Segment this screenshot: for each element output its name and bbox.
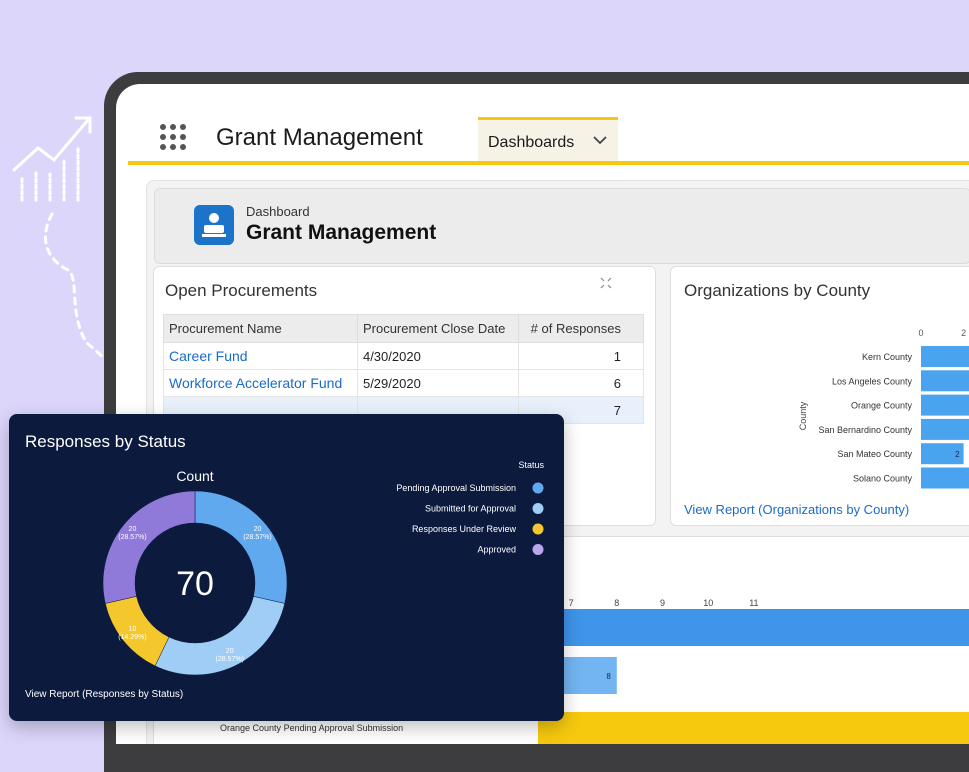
- lower-chart-row-labels: Orange County Pending Approval Submissio…: [220, 723, 403, 733]
- close-date-cell: 4/30/2020: [356, 342, 520, 370]
- tab-dashboards[interactable]: Dashboards: [478, 117, 618, 161]
- slice-percent-label: (28.57%): [216, 656, 244, 663]
- bar: [921, 394, 969, 416]
- legend-label: Approved: [477, 545, 516, 555]
- bar: [921, 346, 969, 367]
- procurement-name-link[interactable]: Career Fund: [163, 342, 358, 370]
- procurement-name-link[interactable]: Workforce Accelerator Fund: [163, 369, 358, 397]
- responses-by-status-card: Responses by Status Count 20 (28.57%) 20 (28…: [9, 414, 564, 721]
- global-header: Grant Management Dashboards: [116, 84, 969, 165]
- bar: [921, 370, 969, 392]
- lower-status-label: Pending Approval Submission: [283, 723, 404, 733]
- column-header[interactable]: Procurement Name: [163, 314, 358, 343]
- responses-donut-chart: Count20(28.57%)20(28.57%)10(14.29%)20(28…: [102, 460, 544, 676]
- x-tick-label: 9: [660, 598, 665, 608]
- table-row: Workforce Accelerator Fund 5/29/2020 6: [163, 369, 644, 397]
- slice-count-label: 20: [129, 526, 137, 533]
- legend-swatch: [532, 503, 544, 514]
- organizations-by-county-title: Organizations by County: [684, 281, 871, 300]
- slice-count-label: 20: [254, 526, 262, 533]
- y-axis-label: County: [798, 401, 808, 430]
- table-header-row: Procurement Name Procurement Close Date …: [163, 314, 644, 343]
- dashboard-title: Grant Management: [246, 221, 437, 244]
- bar: [538, 712, 969, 744]
- table-row: Career Fund 4/30/2020 1: [163, 342, 644, 370]
- view-report-organizations-link[interactable]: View Report (Organizations by County): [684, 502, 909, 517]
- category-label: Solano County: [853, 474, 913, 484]
- legend-label: Responses Under Review: [412, 524, 517, 534]
- donut-slice: [154, 596, 285, 676]
- category-label: Orange County: [851, 401, 913, 411]
- category-label: San Bernardino County: [818, 425, 912, 435]
- dashboard-kicker: Dashboard: [246, 204, 310, 219]
- expand-icon[interactable]: [600, 277, 612, 289]
- slice-count-label: 20: [226, 648, 234, 655]
- close-date-cell: 5/29/2020: [356, 369, 520, 397]
- app-launcher-icon[interactable]: [158, 122, 188, 152]
- lower-county-label: Orange County: [220, 723, 282, 733]
- responses-cell: 6: [518, 369, 644, 397]
- x-tick-label: 10: [703, 598, 713, 608]
- view-report-responses-link[interactable]: View Report (Responses by Status): [25, 689, 183, 700]
- category-label: San Mateo County: [837, 449, 912, 459]
- donut-slice: [105, 596, 170, 667]
- donut-center-total: 70: [176, 565, 214, 603]
- data-label: 2: [955, 450, 960, 459]
- slice-count-label: 10: [129, 626, 137, 633]
- category-label: Los Angeles County: [832, 376, 913, 386]
- x-tick-label: 8: [614, 598, 619, 608]
- x-tick-label: 2: [961, 328, 966, 338]
- slice-percent-label: (28.57%): [118, 534, 146, 541]
- legend-label: Submitted for Approval: [425, 504, 516, 514]
- organizations-bar-chart: Record C0246CountyKern County6Los Angele…: [798, 328, 969, 489]
- legend-swatch: [532, 523, 544, 535]
- chart-title: Count: [176, 468, 213, 484]
- data-label: 8: [606, 672, 611, 681]
- bar: [921, 467, 969, 489]
- procurements-table: Procurement Name Procurement Close Date …: [163, 314, 644, 424]
- bar: [921, 418, 969, 440]
- slice-percent-label: (14.29%): [118, 634, 146, 641]
- dashboard-icon: [194, 205, 234, 245]
- legend-swatch: [532, 544, 544, 555]
- legend-swatch: [532, 482, 544, 494]
- nav-underline: [128, 161, 969, 165]
- legend-label: Pending Approval Submission: [396, 483, 516, 493]
- app-title: Grant Management: [216, 124, 423, 151]
- column-header[interactable]: # of Responses: [518, 314, 644, 343]
- chevron-down-icon[interactable]: [592, 134, 608, 146]
- x-tick-label: 0: [918, 328, 923, 338]
- slice-percent-label: (28.57%): [243, 534, 271, 541]
- x-tick-label: 11: [749, 598, 758, 608]
- open-procurements-title: Open Procurements: [165, 281, 318, 300]
- category-label: Kern County: [862, 352, 913, 362]
- growth-chart-decoration: [12, 116, 106, 360]
- column-header[interactable]: Procurement Close Date: [356, 314, 520, 343]
- tab-dashboards-label: Dashboards: [488, 134, 575, 151]
- x-tick-label: 7: [569, 598, 574, 608]
- responses-cell: 1: [518, 342, 644, 370]
- legend-title: Status: [518, 460, 544, 470]
